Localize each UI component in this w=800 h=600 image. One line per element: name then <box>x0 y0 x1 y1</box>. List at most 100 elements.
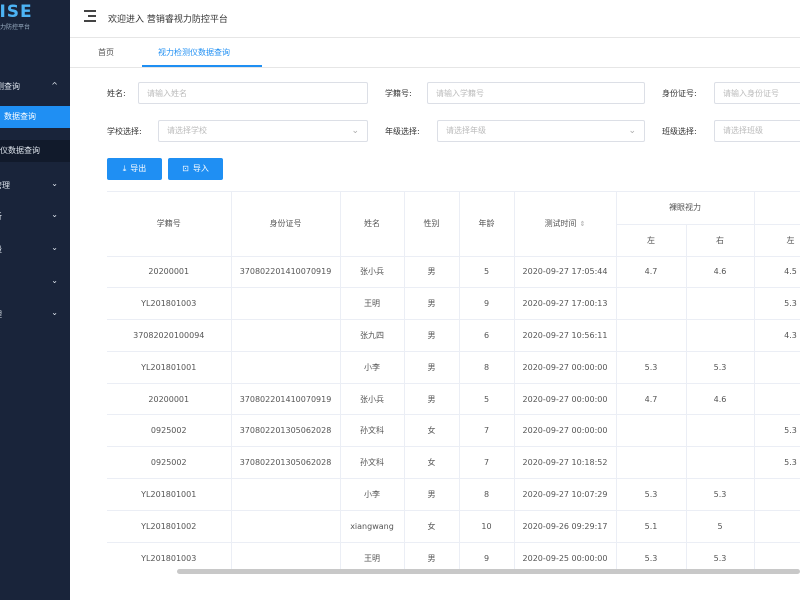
table-cell: YL201801003 <box>107 542 232 571</box>
top-bar: 欢迎进入 营销睿视力防控平台 <box>70 0 800 38</box>
table-cell: 0925002 <box>107 446 232 480</box>
id-no-input[interactable] <box>714 82 800 104</box>
table-cell: 37082020100094 <box>107 319 232 352</box>
table-row[interactable]: YL201801001 小李男 8 2020-09-27 00:00:00 5.3 5.3 <box>107 351 800 384</box>
table-cell: 男 <box>404 383 460 416</box>
student-no-input[interactable] <box>427 82 645 104</box>
table-row[interactable]: YL201801001 小李男 8 2020-09-27 10:07:29 5.3 5.3 <box>107 478 800 511</box>
export-button-label: 导出 <box>130 164 147 173</box>
sidebar-item-label: 仪数据查询 <box>0 146 40 155</box>
table-cell: 男 <box>404 256 460 289</box>
table-cell: 2020-09-26 09:29:17 <box>514 510 617 543</box>
sort-icon[interactable]: ⇕ <box>580 220 586 228</box>
sidebar-item-manage[interactable]: 理 ⌄ <box>0 308 70 323</box>
table-cell: 女 <box>404 446 460 480</box>
table-cell <box>754 542 800 571</box>
column-header-student-no: 学籍号 <box>107 192 232 257</box>
table-row[interactable]: 20200001 370802201410070919 张小兵男 5 2020-09-2… <box>107 256 800 289</box>
sidebar-item-data-query-active[interactable]: 数据查询 <box>0 106 70 128</box>
table-cell: 2020-09-27 17:05:44 <box>514 256 617 289</box>
name-label: 姓名: <box>107 89 126 98</box>
class-label: 班级选择: <box>662 127 697 136</box>
chevron-up-icon: ^ <box>51 81 58 90</box>
table-row[interactable]: YL201801003 王明男 9 2020-09-27 17:00:13 5.3 <box>107 287 800 321</box>
table-row[interactable]: 0925002 370802201305062028 孙文科女 7 2020-09-27… <box>107 414 800 448</box>
table-cell: 小李 <box>340 351 405 384</box>
logo: CISE 力防控平台 <box>0 2 70 34</box>
grade-select[interactable]: 请选择年级 ⌄ <box>437 120 645 142</box>
table-cell: 男 <box>404 319 460 352</box>
tab-bar: 首页 视力检测仪数据查询 <box>70 38 800 68</box>
table-cell <box>616 446 687 480</box>
table-row[interactable]: 37082020100094 张九四男 6 2020-09-27 10:56:11 4.… <box>107 319 800 352</box>
table-cell: 4.6 <box>686 256 755 289</box>
horizontal-scrollbar[interactable] <box>177 569 800 574</box>
table-row[interactable]: YL201801003 王明男 9 2020-09-25 00:00:00 5.3 5.3 <box>107 542 800 571</box>
sidebar-group-vision-query[interactable]: 测查询 ^ <box>0 81 70 94</box>
table-cell: 张小兵 <box>340 383 405 416</box>
table-cell: 2020-09-27 10:56:11 <box>514 319 617 352</box>
table-cell: 5.3 <box>686 478 755 511</box>
table-cell: 6 <box>459 319 515 352</box>
table-cell: 4.5 <box>754 256 800 289</box>
school-select[interactable]: 请选择学校 ⌄ <box>158 120 368 142</box>
table-cell <box>231 319 341 352</box>
column-header-test-time[interactable]: 测试时间 ⇕ <box>514 192 617 257</box>
table-cell: 370802201410070919 <box>231 383 341 416</box>
sidebar-item-analysis[interactable]: 析 ⌄ <box>0 210 70 225</box>
tab-vision-instrument-query[interactable]: 视力检测仪数据查询 <box>158 47 230 58</box>
table-cell <box>231 542 341 571</box>
table-cell <box>686 446 755 480</box>
table-cell <box>754 478 800 511</box>
table-cell: 女 <box>404 414 460 448</box>
import-button[interactable]: ⊡ 导入 <box>168 158 223 180</box>
sidebar-item-d[interactable]: D ⌄ <box>0 276 70 291</box>
sidebar-item-management[interactable]: 管理 ⌄ <box>0 179 70 194</box>
export-button[interactable]: ⤓ 导出 <box>107 158 162 180</box>
table-cell <box>754 383 800 416</box>
sidebar-item-section[interactable]: 段 ⌄ <box>0 243 70 258</box>
table-row[interactable]: YL201801002 xiangwang 女 10 2020-09-26 09:29:… <box>107 510 800 543</box>
table-cell: YL201801001 <box>107 478 232 511</box>
table-cell: 2020-09-27 00:00:00 <box>514 414 617 448</box>
table-cell: 370802201305062028 <box>231 446 341 480</box>
chevron-down-icon: ⌄ <box>51 210 58 219</box>
class-select[interactable]: 请选择班级 <box>714 120 800 142</box>
table-body: 20200001 370802201410070919 张小兵男 5 2020-09-2… <box>107 256 800 571</box>
chevron-down-icon: ⌄ <box>51 243 58 252</box>
table-cell: 男 <box>404 351 460 384</box>
tab-home[interactable]: 首页 <box>98 47 114 58</box>
menu-toggle-icon[interactable] <box>84 10 98 22</box>
chevron-down-icon: ⌄ <box>51 308 58 317</box>
chevron-down-icon: ⌄ <box>351 126 359 136</box>
sidebar-item-label: 析 <box>0 212 2 221</box>
name-input[interactable] <box>138 82 368 104</box>
table-cell: 5.3 <box>616 542 687 571</box>
table-cell: 王明 <box>340 542 405 571</box>
chevron-down-icon: ⌄ <box>51 179 58 188</box>
sidebar-item-label: 理 <box>0 310 2 319</box>
table-cell <box>686 319 755 352</box>
table-cell: 王明 <box>340 287 405 321</box>
column-header-id-no: 身份证号 <box>231 192 341 257</box>
table-cell: 男 <box>404 287 460 321</box>
table-cell: 女 <box>404 510 460 543</box>
table-cell <box>754 351 800 384</box>
table-cell: 8 <box>459 478 515 511</box>
school-label: 学校选择: <box>107 127 142 136</box>
table-cell: 孙文科 <box>340 446 405 480</box>
column-header-left: 左 <box>616 224 687 257</box>
table-cell <box>616 287 687 321</box>
data-table-container: 学籍号 身份证号 姓名 性别 年龄 测试时间 ⇕ 裸眼视力 左 右 左 20200… <box>107 191 800 571</box>
sidebar-group-label: 测查询 <box>0 82 20 91</box>
table-cell <box>686 414 755 448</box>
table-cell: 4.7 <box>616 256 687 289</box>
sidebar-item-label: 管理 <box>0 181 10 190</box>
table-cell: YL201801003 <box>107 287 232 321</box>
table-row[interactable]: 20200001 370802201410070919 张小兵男 5 2020-09-2… <box>107 383 800 416</box>
table-row[interactable]: 0925002 370802201305062028 孙文科女 7 2020-09-27… <box>107 446 800 480</box>
sidebar: CISE 力防控平台 测查询 ^ 数据查询 仪数据查询 管理 ⌄ 析 ⌄ 段 ⌄… <box>0 0 70 600</box>
table-cell: 5.1 <box>616 510 687 543</box>
sidebar-item-instrument-query[interactable]: 仪数据查询 <box>0 140 70 162</box>
table-cell: 5 <box>686 510 755 543</box>
